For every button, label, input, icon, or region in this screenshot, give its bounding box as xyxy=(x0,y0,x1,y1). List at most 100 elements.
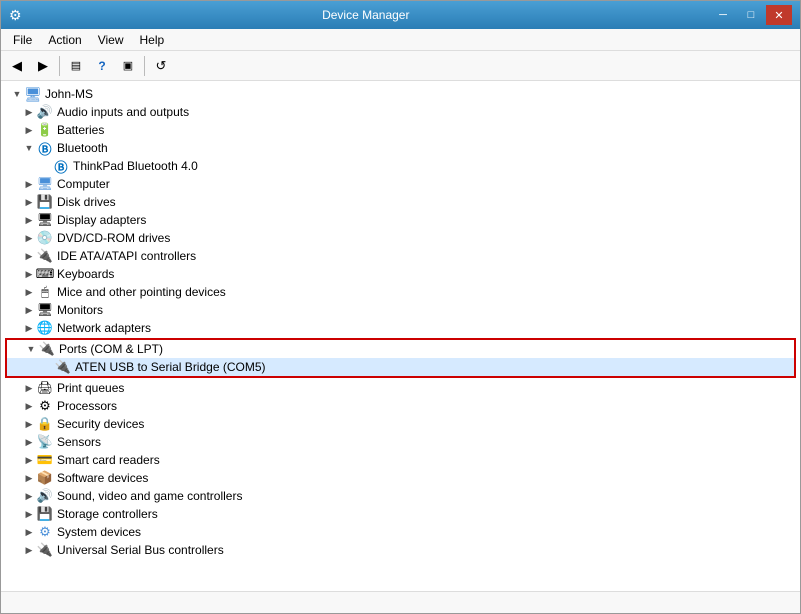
tree-item-thinkpad-bluetooth[interactable]: ▶ Ⓑ ThinkPad Bluetooth 4.0 xyxy=(5,157,796,175)
expander-network[interactable]: ▶ xyxy=(21,320,37,336)
device-tree-area[interactable]: ▼ 🖥 John-MS ▶ 🔊 Audio inputs and outputs… xyxy=(1,81,800,591)
tree-item-processors[interactable]: ▶ ⚙ Processors xyxy=(5,397,796,415)
john-ms-label: John-MS xyxy=(45,87,93,101)
expander-dvd[interactable]: ▶ xyxy=(21,230,37,246)
sensor-icon: 📡 xyxy=(37,434,53,450)
forward-button[interactable]: ▶ xyxy=(31,54,55,78)
toolbar-separator-1 xyxy=(59,56,60,76)
tree-item-storage[interactable]: ▶ 💾 Storage controllers xyxy=(5,505,796,523)
tree-item-usb[interactable]: ▶ 🔌 Universal Serial Bus controllers xyxy=(5,541,796,559)
tree-item-dvd[interactable]: ▶ 💿 DVD/CD-ROM drives xyxy=(5,229,796,247)
menu-help[interactable]: Help xyxy=(132,31,173,49)
expander-mice[interactable]: ▶ xyxy=(21,284,37,300)
status-bar xyxy=(1,591,800,613)
close-button[interactable]: ✕ xyxy=(766,5,792,25)
help-properties-button[interactable]: ? xyxy=(90,54,114,78)
expander-storage[interactable]: ▶ xyxy=(21,506,37,522)
mice-label: Mice and other pointing devices xyxy=(57,285,226,299)
ports-section-highlight: ▼ 🔌 Ports (COM & LPT) ▶ 🔌 ATEN USB to Se… xyxy=(5,338,796,378)
tree-item-computer[interactable]: ▶ 🖥 Computer xyxy=(5,175,796,193)
minimize-button[interactable]: ─ xyxy=(710,5,736,25)
expander-security[interactable]: ▶ xyxy=(21,416,37,432)
properties-button[interactable]: ▣ xyxy=(116,54,140,78)
keyboards-label: Keyboards xyxy=(57,267,114,281)
security-icon: 🔒 xyxy=(37,416,53,432)
tree-item-bluetooth[interactable]: ▼ Ⓑ Bluetooth xyxy=(5,139,796,157)
bluetooth-label: Bluetooth xyxy=(57,141,108,155)
show-hide-button[interactable]: ▤ xyxy=(64,54,88,78)
title-bar-controls: ─ □ ✕ xyxy=(710,5,792,25)
tree-root-john-ms[interactable]: ▼ 🖥 John-MS xyxy=(5,85,796,103)
tree-item-aten-usb[interactable]: ▶ 🔌 ATEN USB to Serial Bridge (COM5) xyxy=(7,358,794,376)
computer-icon: 🖥 xyxy=(37,176,53,192)
tree-item-ide[interactable]: ▶ 🔌 IDE ATA/ATAPI controllers xyxy=(5,247,796,265)
audio-icon: 🔊 xyxy=(37,104,53,120)
tree-item-keyboards[interactable]: ▶ ⌨ Keyboards xyxy=(5,265,796,283)
tree-item-disk-drives[interactable]: ▶ 💾 Disk drives xyxy=(5,193,796,211)
expander-computer[interactable]: ▶ xyxy=(21,176,37,192)
aten-usb-label: ATEN USB to Serial Bridge (COM5) xyxy=(75,360,266,374)
device-manager-window: ⚙ Device Manager ─ □ ✕ File Action View … xyxy=(0,0,801,614)
expander-display[interactable]: ▶ xyxy=(21,212,37,228)
expander-sound[interactable]: ▶ xyxy=(21,488,37,504)
thinkpad-bluetooth-label: ThinkPad Bluetooth 4.0 xyxy=(73,159,198,173)
expander-sensors[interactable]: ▶ xyxy=(21,434,37,450)
monitors-label: Monitors xyxy=(57,303,103,317)
expander-bluetooth[interactable]: ▼ xyxy=(21,140,37,156)
disk-icon: 💾 xyxy=(37,194,53,210)
restore-button[interactable]: □ xyxy=(738,5,764,25)
toolbar: ◀ ▶ ▤ ? ▣ ↺ xyxy=(1,51,800,81)
expander-usb[interactable]: ▶ xyxy=(21,542,37,558)
tree-item-network[interactable]: ▶ 🌐 Network adapters xyxy=(5,319,796,337)
computer-label: Computer xyxy=(57,177,110,191)
expander-disk[interactable]: ▶ xyxy=(21,194,37,210)
expander-software[interactable]: ▶ xyxy=(21,470,37,486)
menu-view[interactable]: View xyxy=(90,31,132,49)
system-label: System devices xyxy=(57,525,141,539)
processor-icon: ⚙ xyxy=(37,398,53,414)
smartcard-label: Smart card readers xyxy=(57,453,160,467)
expander-john-ms[interactable]: ▼ xyxy=(9,86,25,102)
menu-file[interactable]: File xyxy=(5,31,40,49)
tree-item-mice[interactable]: ▶ 🖱 Mice and other pointing devices xyxy=(5,283,796,301)
title-bar-icon: ⚙ xyxy=(9,7,22,24)
ide-label: IDE ATA/ATAPI controllers xyxy=(57,249,196,263)
back-button[interactable]: ◀ xyxy=(5,54,29,78)
tree-item-sensors[interactable]: ▶ 📡 Sensors xyxy=(5,433,796,451)
usb-icon: 🔌 xyxy=(37,542,53,558)
expander-keyboards[interactable]: ▶ xyxy=(21,266,37,282)
title-bar-title: Device Manager xyxy=(22,8,710,22)
tree-item-sound[interactable]: ▶ 🔊 Sound, video and game controllers xyxy=(5,487,796,505)
expander-print[interactable]: ▶ xyxy=(21,380,37,396)
tree-item-monitors[interactable]: ▶ 🖥 Monitors xyxy=(5,301,796,319)
tree-item-system[interactable]: ▶ ⚙ System devices xyxy=(5,523,796,541)
tree-item-security[interactable]: ▶ 🔒 Security devices xyxy=(5,415,796,433)
tree-item-display-adapters[interactable]: ▶ 🖥 Display adapters xyxy=(5,211,796,229)
menu-bar: File Action View Help xyxy=(1,29,800,51)
toolbar-separator-2 xyxy=(144,56,145,76)
system-icon: ⚙ xyxy=(37,524,53,540)
tree-item-ports[interactable]: ▼ 🔌 Ports (COM & LPT) xyxy=(7,340,794,358)
storage-label: Storage controllers xyxy=(57,507,158,521)
ide-icon: 🔌 xyxy=(37,248,53,264)
expander-system[interactable]: ▶ xyxy=(21,524,37,540)
tree-item-batteries[interactable]: ▶ 🔋 Batteries xyxy=(5,121,796,139)
refresh-button[interactable]: ↺ xyxy=(149,54,173,78)
expander-ports[interactable]: ▼ xyxy=(23,341,39,357)
expander-smartcard[interactable]: ▶ xyxy=(21,452,37,468)
tree-item-smartcard[interactable]: ▶ 💳 Smart card readers xyxy=(5,451,796,469)
expander-ide[interactable]: ▶ xyxy=(21,248,37,264)
expander-processors[interactable]: ▶ xyxy=(21,398,37,414)
expander-audio[interactable]: ▶ xyxy=(21,104,37,120)
tree-item-software[interactable]: ▶ 📦 Software devices xyxy=(5,469,796,487)
expander-monitors[interactable]: ▶ xyxy=(21,302,37,318)
sensors-label: Sensors xyxy=(57,435,101,449)
expander-batteries[interactable]: ▶ xyxy=(21,122,37,138)
tree-item-print[interactable]: ▶ 🖨 Print queues xyxy=(5,379,796,397)
monitor-icon: 🖥 xyxy=(37,302,53,318)
security-label: Security devices xyxy=(57,417,144,431)
sound-label: Sound, video and game controllers xyxy=(57,489,242,503)
menu-action[interactable]: Action xyxy=(40,31,89,49)
tree-item-audio[interactable]: ▶ 🔊 Audio inputs and outputs xyxy=(5,103,796,121)
dvd-label: DVD/CD-ROM drives xyxy=(57,231,170,245)
